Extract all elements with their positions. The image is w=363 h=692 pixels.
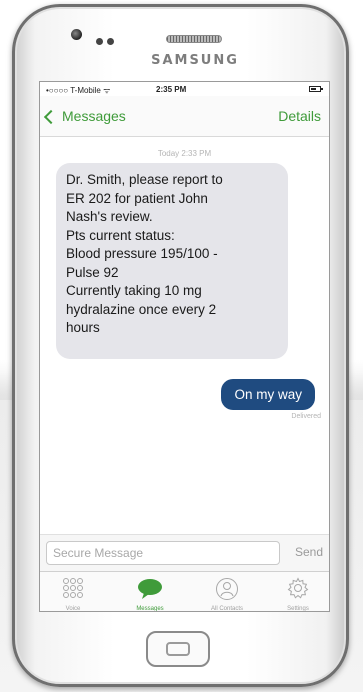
- contacts-icon: [215, 577, 239, 606]
- send-button[interactable]: Send: [295, 545, 323, 559]
- phone-screen: •○○○○ T-Mobile ᯤ 2:35 PM Messages Detail…: [39, 81, 330, 612]
- tab-label: All Contacts: [210, 606, 243, 612]
- light-sensor: [107, 38, 114, 45]
- chat-bubble-icon: [136, 577, 164, 606]
- brand-logo: SAMSUNG: [151, 53, 239, 68]
- outgoing-message-bubble[interactable]: On my way: [221, 379, 315, 410]
- message-line: Dr. Smith, please report to: [66, 172, 223, 187]
- incoming-message-bubble[interactable]: Dr. Smith, please report to ER 202 for p…: [56, 163, 288, 359]
- back-button[interactable]: Messages: [43, 108, 126, 124]
- message-line: hours: [66, 320, 100, 335]
- gear-icon: [287, 577, 309, 604]
- status-time: 2:35 PM: [156, 85, 187, 94]
- tab-voice[interactable]: Voice: [44, 572, 102, 612]
- navigation-bar: Messages Details: [40, 96, 329, 137]
- tab-label: Settings: [287, 606, 309, 612]
- tab-bar: Voice Messages All Contacts Settings: [40, 571, 329, 612]
- message-line: Nash's review.: [66, 209, 153, 224]
- message-line: Blood pressure 195/100 -: [66, 246, 218, 261]
- message-line: Pts current status:: [66, 227, 175, 243]
- compose-bar: Send: [40, 534, 329, 571]
- message-line: ER 202 for patient John: [66, 190, 208, 206]
- battery-icon: [309, 86, 323, 92]
- tab-messages[interactable]: Messages: [121, 572, 179, 612]
- message-line: Pulse 92: [66, 264, 119, 280]
- front-camera: [71, 29, 82, 40]
- chevron-left-icon: [43, 109, 59, 124]
- delivery-status: Delivered: [291, 413, 321, 420]
- conversation-view[interactable]: Today 2:33 PM Dr. Smith, please report t…: [40, 137, 329, 522]
- details-button[interactable]: Details: [278, 108, 321, 124]
- status-bar: •○○○○ T-Mobile ᯤ 2:35 PM: [40, 82, 329, 96]
- keypad-icon: [62, 577, 84, 604]
- message-line: hydralazine once every 2: [66, 301, 217, 317]
- tab-all-contacts[interactable]: All Contacts: [198, 572, 256, 612]
- proximity-sensor: [96, 38, 103, 45]
- back-label: Messages: [62, 108, 126, 124]
- phone-frame: SAMSUNG •○○○○ T-Mobile ᯤ 2:35 PM Message…: [12, 4, 349, 687]
- message-line: Currently taking 10 mg: [66, 283, 202, 298]
- carrier-label: •○○○○ T-Mobile ᯤ: [46, 86, 111, 95]
- home-button[interactable]: [146, 631, 210, 667]
- earpiece-speaker: [166, 35, 222, 43]
- secure-message-input[interactable]: [46, 541, 280, 565]
- message-timestamp: Today 2:33 PM: [157, 149, 212, 158]
- tab-settings[interactable]: Settings: [269, 572, 327, 612]
- tab-label: Messages: [136, 606, 164, 612]
- tab-label: Voice: [65, 606, 81, 612]
